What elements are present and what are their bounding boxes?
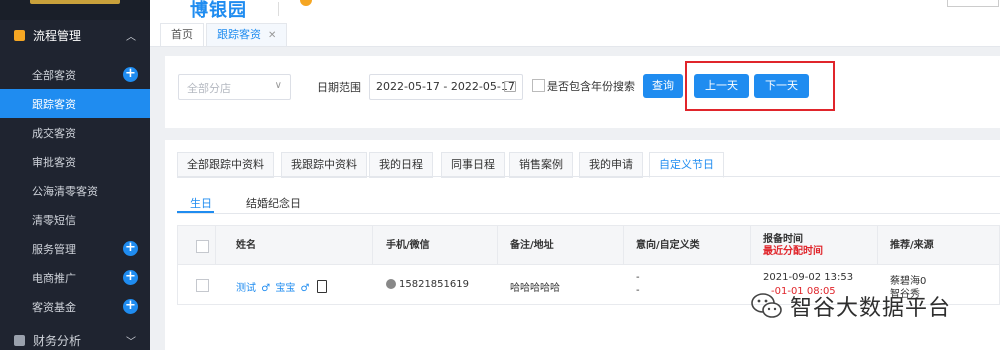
add-icon[interactable]: + — [123, 270, 138, 285]
report-time-value: 2021-09-02 13:53 — [763, 272, 854, 283]
top-header: 博银园 — [150, 0, 1000, 21]
sidebar-item-label: 公海清零客资 — [32, 184, 98, 198]
person-icon: ♂ — [300, 283, 310, 294]
sidebar-group-finance[interactable]: 财务分析 ﹀ — [0, 330, 150, 350]
add-icon[interactable]: + — [123, 299, 138, 314]
tab-custom-holidays[interactable]: 自定义节日 — [649, 152, 724, 178]
chevron-down-icon[interactable]: ﹀ — [126, 333, 136, 348]
partner-logo — [300, 0, 312, 6]
note-cell: 哈哈哈哈哈 — [510, 283, 560, 294]
add-icon[interactable]: + — [123, 67, 138, 82]
user-menu[interactable] — [947, 0, 999, 7]
chart-icon — [14, 334, 25, 346]
row-checkbox[interactable] — [196, 279, 209, 292]
brand-logo: 博银园 — [190, 0, 247, 21]
watermark-text: 智谷大数据平台 — [790, 296, 952, 321]
wechat-icon — [386, 279, 396, 289]
sidebar-item-label: 跟踪客资 — [32, 97, 76, 111]
include-year-label: 是否包含年份搜索 — [547, 80, 635, 93]
sidebar: 流程管理 ︿ 全部客资 + 跟踪客资 成交客资 审批客资 公海清零客资 清零短信… — [0, 0, 150, 350]
column-header-intent: 意向/自定义类 — [636, 240, 700, 251]
wechat-icon — [751, 293, 782, 318]
divider — [177, 176, 1000, 177]
branch-select-placeholder: 全部分店 — [187, 82, 231, 95]
select-all-checkbox[interactable] — [196, 240, 209, 253]
column-header-name: 姓名 — [236, 240, 256, 251]
logo — [30, 0, 120, 4]
sidebar-item-all-leads[interactable]: 全部客资 + — [0, 60, 150, 89]
sidebar-item-label: 客资基金 — [32, 300, 76, 314]
sidebar-item-label: 清零短信 — [32, 213, 76, 227]
column-header-note: 备注/地址 — [510, 240, 554, 251]
sidebar-item-label: 服务管理 — [32, 242, 76, 256]
tab-my-tracking[interactable]: 我跟踪中资料 — [281, 152, 367, 178]
sidebar-item-deal-leads[interactable]: 成交客资 — [0, 118, 150, 147]
tab-label: 跟踪客资 — [217, 28, 261, 41]
baby-name-link[interactable]: 宝宝 — [275, 283, 295, 294]
tab-my-requests[interactable]: 我的申请 — [579, 152, 643, 178]
tab-colleague-schedule[interactable]: 同事日程 — [441, 152, 505, 178]
tab-home[interactable]: 首页 — [160, 23, 204, 46]
intent-value: - — [636, 272, 640, 283]
sidebar-item-tracking-leads[interactable]: 跟踪客资 — [0, 89, 150, 118]
sidebar-group-process[interactable]: 流程管理 ︿ — [0, 20, 150, 50]
tab-label: 首页 — [171, 28, 193, 41]
tab-all-tracking[interactable]: 全部跟踪中资料 — [177, 152, 274, 178]
customer-name-link[interactable]: 测试 — [236, 283, 256, 294]
sidebar-item-label: 电商推广 — [32, 271, 76, 285]
sidebar-group-label: 流程管理 — [33, 28, 82, 43]
watermark: 智谷大数据平台 — [750, 289, 951, 323]
include-year-checkbox[interactable] — [532, 79, 545, 92]
column-header-referral: 推荐/来源 — [890, 240, 934, 251]
subtab-anniversary[interactable]: 结婚纪念日 — [246, 195, 301, 211]
sidebar-item-fund[interactable]: 客资基金 + — [0, 292, 150, 321]
highlight-box — [685, 61, 835, 111]
name-cell: 测试 ♂ 宝宝 ♂ — [236, 279, 327, 294]
person-icon: ♂ — [261, 283, 271, 294]
date-range-input[interactable]: 2022-05-17 - 2022-05-17 — [369, 74, 523, 100]
sidebar-item-service[interactable]: 服务管理 + — [0, 234, 150, 263]
query-button[interactable]: 查询 — [643, 74, 683, 98]
sidebar-logo-area — [0, 0, 150, 20]
column-header-phone: 手机/微信 — [386, 240, 430, 251]
sidebar-item-approval-leads[interactable]: 审批客资 — [0, 147, 150, 176]
sidebar-group-label: 财务分析 — [33, 333, 82, 348]
sidebar-item-label: 成交客资 — [32, 126, 76, 140]
tab-sales-cases[interactable]: 销售案例 — [509, 152, 573, 178]
custom-type-value: - — [636, 285, 640, 296]
divider — [177, 213, 1000, 214]
calendar-icon — [504, 81, 516, 92]
branch-select[interactable]: 全部分店 ∨ — [178, 74, 291, 100]
sidebar-item-label: 全部客资 — [32, 68, 76, 82]
tab-tracking-leads[interactable]: 跟踪客资 ✕ — [206, 23, 288, 46]
chevron-up-icon[interactable]: ︿ — [126, 28, 136, 43]
page-tab-bar: 首页 跟踪客资 ✕ — [150, 20, 1000, 47]
sidebar-item-ecommerce[interactable]: 电商推广 + — [0, 263, 150, 292]
add-icon[interactable]: + — [123, 241, 138, 256]
filter-panel: 全部分店 ∨ 日期范围 2022-05-17 - 2022-05-17 是否包含… — [165, 56, 1000, 128]
chevron-down-icon: ∨ — [274, 80, 282, 91]
divider — [278, 2, 279, 16]
close-icon[interactable]: ✕ — [268, 30, 276, 41]
folder-icon — [14, 29, 25, 41]
phone-value: 15821851619 — [399, 279, 469, 290]
sidebar-item-label: 审批客资 — [32, 155, 76, 169]
date-range-value: 2022-05-17 - 2022-05-17 — [376, 80, 515, 93]
sidebar-item-clear-sms[interactable]: 清零短信 — [0, 205, 150, 234]
date-range-label: 日期范围 — [317, 81, 361, 94]
subtab-birthday[interactable]: 生日 — [190, 195, 212, 211]
sidebar-item-public-pool[interactable]: 公海清零客资 — [0, 176, 150, 205]
phone-cell: 15821851619 — [386, 279, 469, 290]
tab-my-schedule[interactable]: 我的日程 — [369, 152, 433, 178]
mobile-icon — [316, 280, 327, 293]
